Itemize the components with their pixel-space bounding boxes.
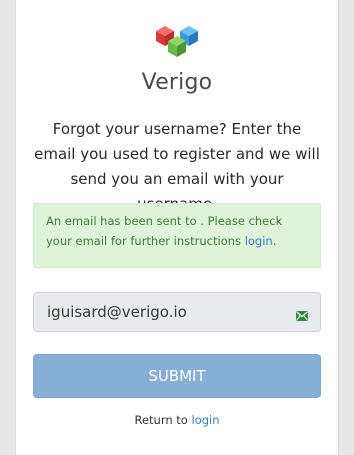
email-field[interactable] <box>33 292 321 332</box>
verigo-logo <box>16 22 338 64</box>
email-input[interactable] <box>34 293 284 331</box>
envelope-icon <box>296 306 308 325</box>
return-to-login: Return to login <box>16 413 338 427</box>
verigo-cubes-icon <box>156 26 198 57</box>
submit-button[interactable]: SUBMIT <box>33 354 321 398</box>
alert-login-link[interactable]: login <box>245 234 273 248</box>
instructions-text: Forgot your username? Enter the email yo… <box>34 120 320 213</box>
brand-name: Verigo <box>141 70 213 95</box>
forgot-username-card: Verigo Forgot your username? Enter the e… <box>15 0 339 455</box>
return-login-link[interactable]: login <box>192 413 220 427</box>
return-prefix: Return to <box>134 413 192 427</box>
alert-end-punct: . <box>272 234 277 248</box>
success-alert: An email has been sent to . Please check… <box>33 203 321 268</box>
